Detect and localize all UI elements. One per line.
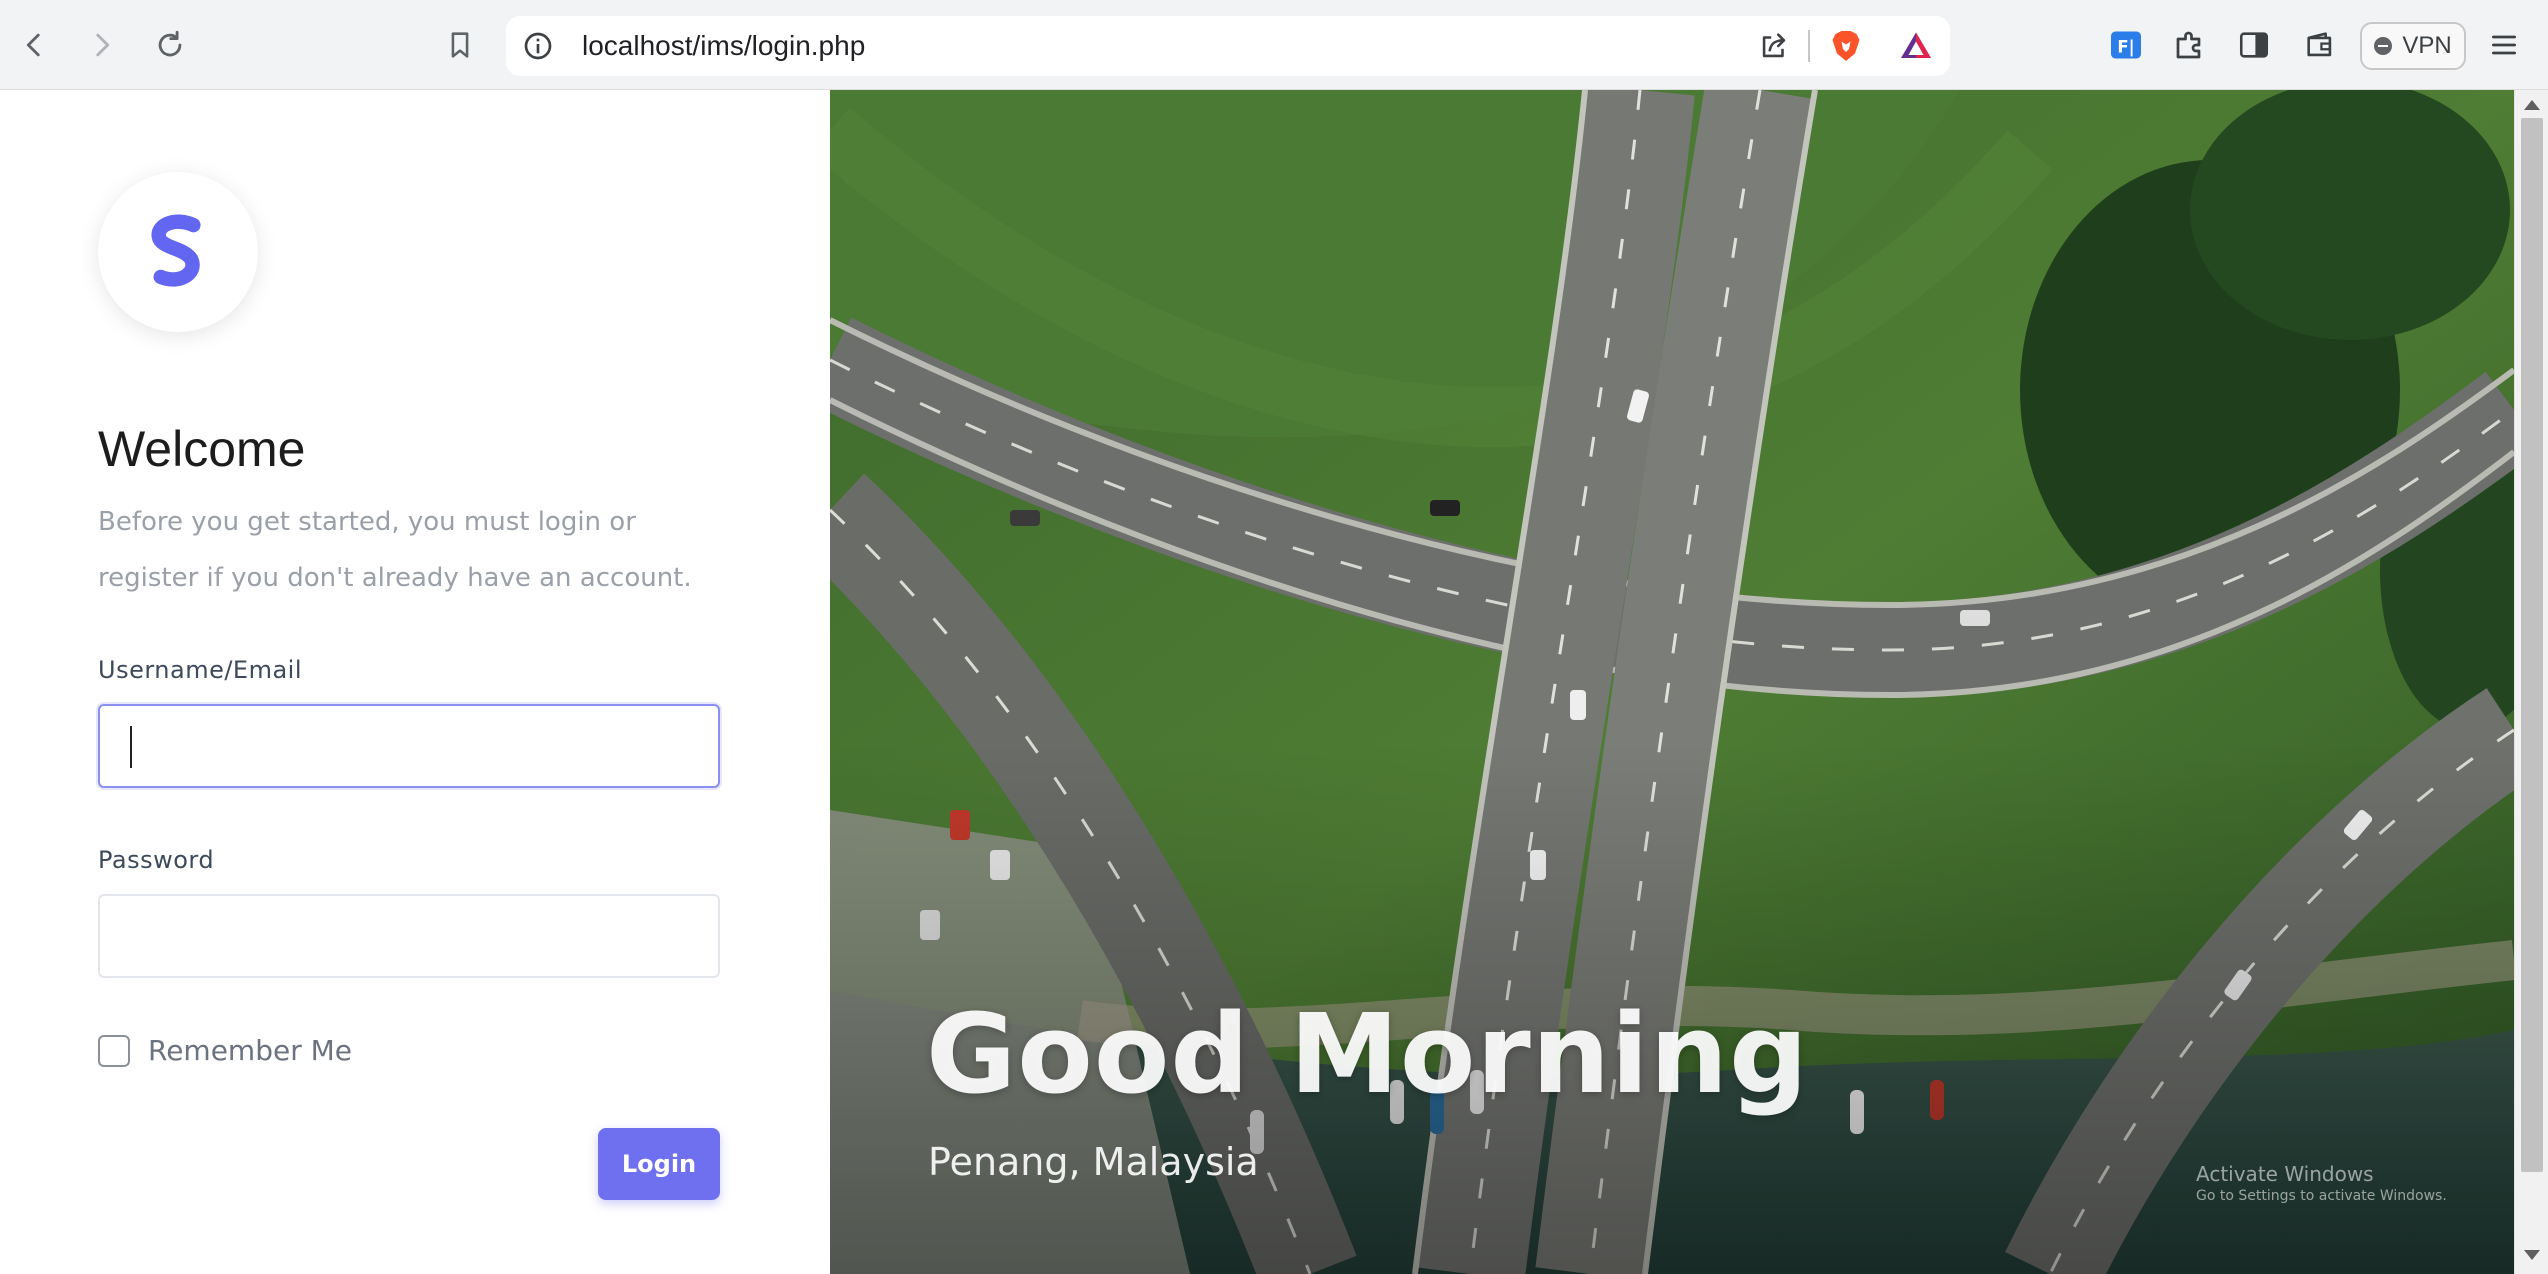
fi-extension-icon[interactable]: F| — [2104, 23, 2148, 67]
username-input[interactable] — [98, 704, 720, 788]
sidebar-toggle-icon[interactable] — [2232, 23, 2276, 67]
menu-hamburger-icon[interactable] — [2482, 23, 2526, 67]
welcome-subtitle: Before you get started, you must login o… — [98, 507, 692, 593]
vpn-label: VPN — [2402, 32, 2452, 59]
bookmark-button[interactable] — [436, 21, 484, 69]
browser-toolbar: localhost/ims/login.php F| VPN — [0, 0, 2548, 90]
share-icon[interactable] — [1752, 24, 1796, 68]
page-scrollbar[interactable] — [2514, 90, 2548, 1274]
url-text[interactable]: localhost/ims/login.php — [582, 30, 865, 62]
vpn-status-icon — [2374, 37, 2393, 55]
forward-button[interactable] — [78, 21, 126, 69]
extensions-puzzle-icon[interactable] — [2168, 23, 2212, 67]
remember-me-label[interactable]: Remember Me — [148, 1034, 352, 1067]
location-text: Penang, Malaysia — [928, 1140, 1259, 1184]
forward-arrow-icon — [96, 33, 110, 57]
bookmark-icon — [451, 32, 469, 58]
wallet-icon[interactable] — [2298, 23, 2342, 67]
activate-windows-watermark: Activate Windows Go to Settings to activ… — [2196, 1162, 2447, 1204]
remember-me-checkbox[interactable] — [98, 1034, 130, 1067]
watermark-subtitle: Go to Settings to activate Windows. — [2196, 1188, 2447, 1204]
vpn-button[interactable]: VPN — [2360, 22, 2466, 70]
svg-text:F|: F| — [2117, 38, 2134, 58]
address-bar-divider — [1808, 30, 1810, 62]
s-logo-icon — [151, 214, 201, 287]
hero-image: Good Morning Penang, Malaysia Activate W… — [830, 90, 2514, 1274]
remember-me-row[interactable]: Remember Me — [98, 1034, 352, 1067]
reload-button[interactable] — [146, 21, 194, 69]
back-button[interactable] — [10, 21, 58, 69]
login-panel: Welcome Before you get started, you must… — [0, 90, 830, 1274]
username-label: Username/Email — [98, 656, 303, 684]
scrollbar-thumb[interactable] — [2521, 118, 2543, 1172]
watermark-title: Activate Windows — [2196, 1162, 2374, 1186]
login-button[interactable]: Login — [598, 1128, 720, 1200]
site-info-icon[interactable] — [516, 24, 560, 68]
scroll-up-icon[interactable] — [2524, 100, 2540, 110]
address-bar[interactable]: localhost/ims/login.php — [506, 16, 1950, 76]
welcome-heading: Welcome — [98, 421, 306, 477]
back-arrow-icon — [26, 33, 40, 57]
greeting-text: Good Morning — [926, 990, 1809, 1118]
app-logo — [98, 172, 258, 332]
scroll-down-icon[interactable] — [2524, 1250, 2540, 1260]
password-label: Password — [98, 846, 215, 874]
text-caret — [130, 726, 132, 768]
password-input[interactable] — [98, 894, 720, 978]
reload-icon — [158, 30, 182, 57]
brave-shields-icon[interactable] — [1824, 24, 1868, 68]
brave-rewards-icon[interactable] — [1894, 24, 1938, 68]
